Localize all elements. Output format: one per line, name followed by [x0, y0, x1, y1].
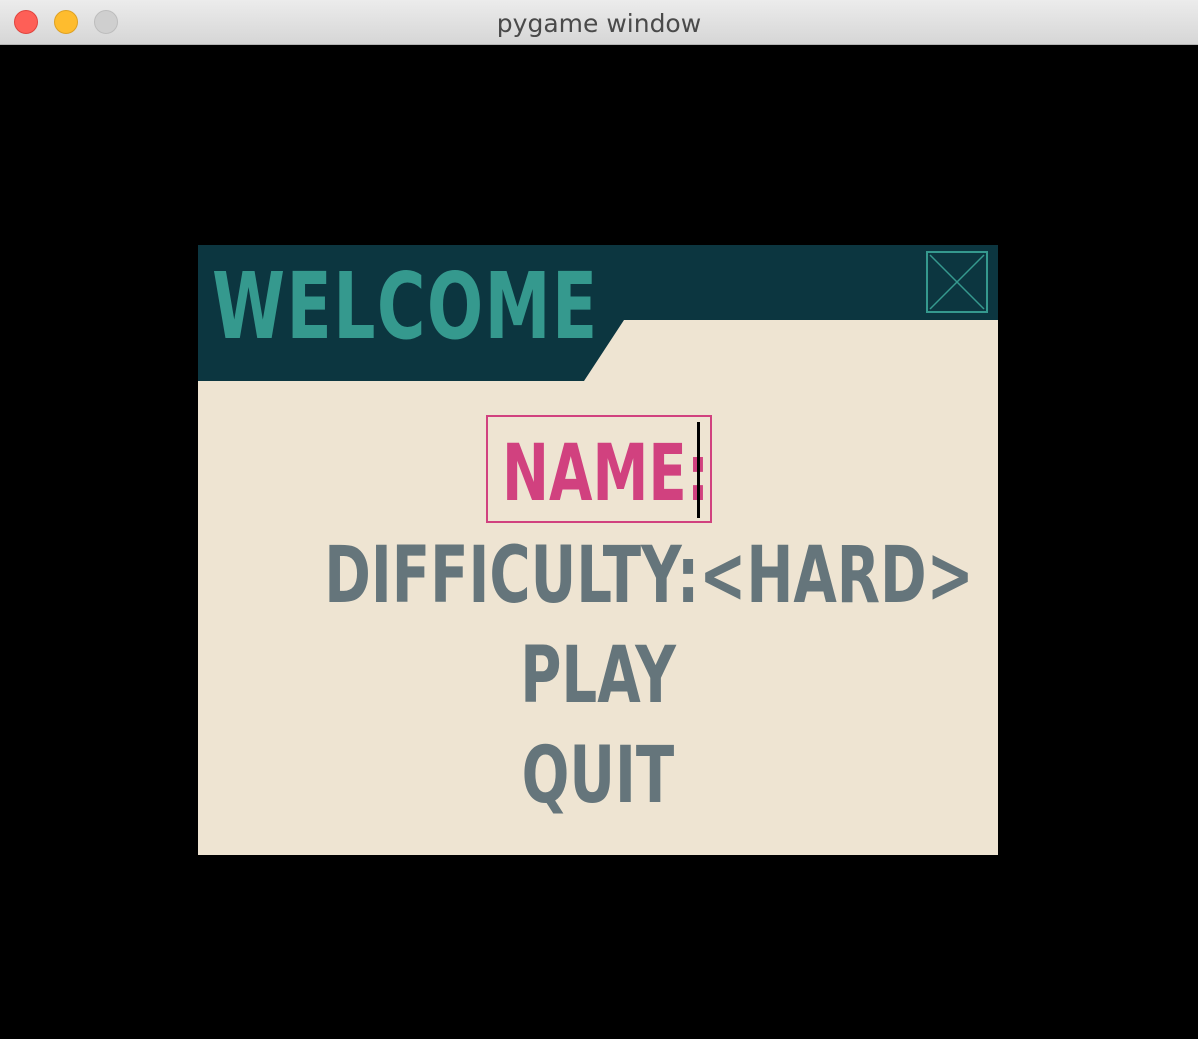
difficulty-label: DIFFICULTY:<HARD>: [324, 531, 974, 621]
window-title: pygame window: [496, 9, 702, 38]
title-bar: pygame window: [0, 0, 1198, 45]
play-button[interactable]: PLAY: [198, 637, 998, 715]
play-label: PLAY: [520, 631, 676, 721]
quit-label: QUIT: [521, 731, 675, 821]
text-cursor: [697, 422, 700, 518]
name-label: NAME:: [502, 429, 710, 519]
close-button[interactable]: [926, 251, 988, 313]
dialog-heading: WELCOME: [212, 253, 599, 360]
game-canvas: WELCOME NAME: DIFFICULTY:<HARD> PLAY QUI…: [0, 45, 1198, 1039]
app-window: pygame window WELCOME NAME: DIFFICULTY:<…: [0, 0, 1198, 1039]
quit-button[interactable]: QUIT: [198, 737, 998, 815]
name-input[interactable]: NAME:: [486, 415, 712, 523]
welcome-dialog: WELCOME NAME: DIFFICULTY:<HARD> PLAY QUI…: [198, 245, 998, 855]
difficulty-selector[interactable]: DIFFICULTY:<HARD>: [198, 537, 998, 615]
close-x-icon: [929, 254, 985, 310]
